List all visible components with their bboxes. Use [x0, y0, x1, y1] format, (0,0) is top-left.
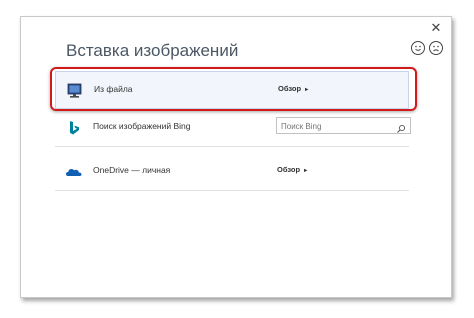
dialog-title: Вставка изображений — [66, 41, 239, 60]
from-file-browse-button[interactable]: Обзор ▸ — [278, 84, 308, 93]
bing-icon — [65, 120, 83, 136]
computer-monitor-icon — [66, 83, 84, 99]
from-file-row[interactable]: Из файла Обзор ▸ — [55, 71, 409, 109]
from-file-label: Из файла — [94, 84, 133, 94]
onedrive-cloud-icon — [65, 164, 83, 180]
close-icon[interactable]: ✕ — [429, 21, 443, 35]
bing-search-box[interactable] — [276, 117, 411, 134]
frown-icon[interactable] — [429, 41, 443, 55]
browse-label: Обзор — [278, 84, 302, 93]
insert-pictures-dialog: ✕ Вставка изображений Из файла Обзор ▸ П… — [20, 16, 452, 298]
bing-search-row: Поиск изображений Bing — [55, 109, 411, 147]
browse-label: Обзор — [277, 165, 301, 174]
onedrive-label: OneDrive — личная — [93, 165, 171, 175]
onedrive-row[interactable]: OneDrive — личная Обзор ▸ — [55, 153, 409, 191]
onedrive-browse-button[interactable]: Обзор ▸ — [277, 165, 307, 174]
bing-search-input[interactable] — [281, 120, 391, 132]
feedback-buttons — [411, 41, 443, 55]
bing-search-label: Поиск изображений Bing — [93, 121, 191, 131]
search-icon[interactable] — [396, 121, 406, 133]
browse-arrow-icon: ▸ — [304, 168, 308, 174]
smile-icon[interactable] — [411, 41, 425, 55]
browse-arrow-icon: ▸ — [305, 87, 309, 93]
